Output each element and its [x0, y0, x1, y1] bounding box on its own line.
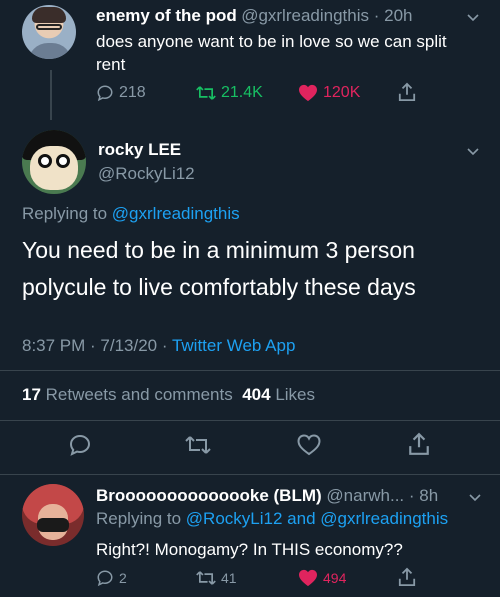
like-count: 120K — [323, 84, 361, 101]
tweet-timestamp[interactable]: 8:37 PM · 7/13/20 · — [22, 336, 168, 355]
like-count: 494 — [323, 570, 347, 586]
tweet-text: Right?! Monogamy? In THIS economy?? — [96, 540, 403, 559]
retweet-icon — [196, 86, 216, 100]
chevron-down-icon[interactable] — [468, 490, 482, 504]
heart-icon — [297, 434, 321, 456]
share-icon — [409, 432, 429, 455]
avatar[interactable] — [22, 130, 86, 194]
display-name[interactable]: Broooooooooooooke (BLM) — [96, 486, 322, 505]
replying-to-line: Replying to @RockyLi12 and @gxrlreadingt… — [96, 509, 448, 529]
like-button[interactable]: 120K — [298, 84, 360, 102]
mention-link[interactable]: @gxrlreadingthis — [112, 204, 240, 223]
tweet-time[interactable]: 20h — [384, 6, 412, 25]
user-handle[interactable]: @gxrlreadingthis — [241, 6, 369, 25]
tweet-stats: 17 Retweets and comments 404 Likes — [22, 385, 315, 405]
chevron-down-icon[interactable] — [466, 144, 480, 158]
retweet-button[interactable]: 21.4K — [196, 84, 263, 102]
heart-icon — [299, 84, 317, 102]
replying-label: Replying to — [22, 204, 108, 223]
retweet-count: 21.4K — [221, 84, 263, 101]
retweet-icon — [196, 571, 216, 585]
tweet-text: does anyone want to be in love so we can… — [96, 32, 447, 74]
reply-count: 2 — [119, 570, 127, 586]
parent-tweet[interactable]: enemy of the pod @gxrlreadingthis · 20h … — [0, 0, 500, 122]
reply-icon — [69, 434, 91, 456]
retweet-count: 41 — [221, 570, 237, 586]
tweet-time[interactable]: · 8h — [409, 486, 438, 505]
likes-stat[interactable]: 404 Likes — [242, 385, 315, 404]
tweet-text: You need to be in a minimum 3 person pol… — [22, 237, 416, 300]
replying-to-line: Replying to @gxrlreadingthis — [22, 204, 240, 224]
retweet-icon — [185, 436, 211, 454]
avatar[interactable] — [22, 5, 76, 59]
divider — [0, 370, 500, 371]
avatar[interactable] — [22, 484, 84, 546]
share-icon — [398, 82, 416, 101]
reply-tweet[interactable]: Broooooooooooooke (BLM) @narwh... · 8h R… — [0, 476, 500, 597]
reply-button[interactable] — [68, 433, 92, 457]
reply-button[interactable]: 2 — [96, 569, 127, 587]
replying-label: Replying to — [96, 509, 182, 528]
reply-icon — [97, 570, 113, 587]
like-button[interactable]: 494 — [298, 569, 346, 587]
share-icon — [398, 567, 416, 586]
heart-icon — [299, 569, 317, 587]
user-handle[interactable]: @RockyLi12 — [98, 164, 195, 184]
divider — [0, 474, 500, 475]
retweet-button[interactable]: 41 — [196, 569, 237, 587]
chevron-down-icon[interactable] — [466, 10, 480, 24]
user-handle[interactable]: @narwh... — [326, 486, 404, 505]
mention-link[interactable]: @gxrlreadingthis — [320, 509, 448, 528]
retweet-button[interactable] — [184, 434, 212, 456]
mention-link[interactable]: @RockyLi12 — [186, 509, 283, 528]
divider — [0, 420, 500, 421]
reply-icon — [97, 85, 113, 102]
retweets-stat[interactable]: 17 Retweets and comments — [22, 385, 233, 404]
like-button[interactable] — [296, 434, 322, 456]
share-button[interactable] — [408, 432, 430, 456]
tweet-meta: 8:37 PM · 7/13/20 · Twitter Web App — [22, 336, 295, 356]
display-name[interactable]: rocky LEE — [98, 140, 181, 160]
reply-button[interactable]: 218 — [96, 84, 146, 102]
share-button[interactable] — [398, 567, 416, 587]
tweet-source[interactable]: Twitter Web App — [172, 336, 295, 355]
reply-count: 218 — [119, 84, 146, 101]
display-name[interactable]: enemy of the pod — [96, 6, 237, 25]
thread-line — [50, 70, 52, 120]
and-text: and — [287, 509, 316, 528]
share-button[interactable] — [398, 82, 416, 102]
